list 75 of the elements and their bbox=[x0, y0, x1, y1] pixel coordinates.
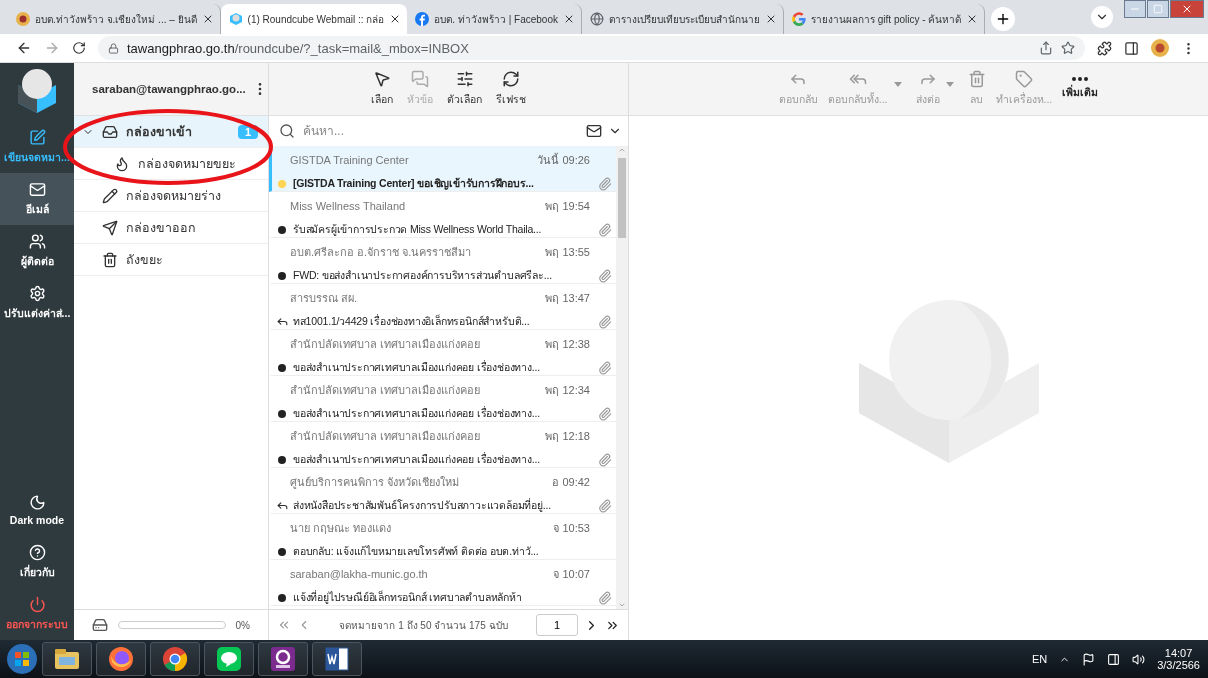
site-icon bbox=[590, 12, 604, 26]
tab-search-button[interactable] bbox=[1091, 6, 1113, 28]
close-icon bbox=[1181, 3, 1193, 15]
question-icon bbox=[28, 543, 46, 561]
close-icon[interactable] bbox=[563, 13, 575, 25]
back-icon[interactable] bbox=[16, 40, 32, 56]
flame-icon bbox=[114, 155, 130, 172]
toolbar-button[interactable]: เลือก bbox=[369, 70, 395, 108]
flag-icon[interactable] bbox=[1082, 652, 1096, 666]
scroll-thumb[interactable] bbox=[618, 158, 626, 238]
taskbar-app[interactable] bbox=[42, 642, 92, 676]
new-tab-button[interactable] bbox=[991, 7, 1016, 31]
envelope-icon bbox=[28, 180, 46, 198]
fox-globe-icon bbox=[108, 646, 134, 672]
taskbar-app[interactable] bbox=[204, 642, 254, 676]
star-icon[interactable] bbox=[1061, 41, 1075, 55]
chrome-icon bbox=[162, 646, 188, 672]
site-icon bbox=[792, 12, 806, 26]
nav-item[interactable]: Dark mode bbox=[0, 484, 74, 536]
quota-reading: 0% bbox=[235, 619, 250, 631]
taskbar-app[interactable] bbox=[258, 642, 308, 676]
settings-icon bbox=[28, 284, 46, 302]
account-name: saraban@tawangphrao.go... bbox=[92, 83, 246, 95]
people-icon bbox=[28, 232, 46, 250]
chat-bubble-icon bbox=[216, 646, 242, 672]
taskbar-app[interactable] bbox=[96, 642, 146, 676]
maximize-button[interactable] bbox=[1147, 0, 1169, 18]
folder-item[interactable]: กล่องขาเข้า 1 bbox=[74, 116, 268, 148]
puzzle-icon[interactable] bbox=[1097, 40, 1112, 56]
browser-tab[interactable]: (1) Roundcube Webmail :: กล่อ bbox=[220, 4, 408, 34]
compose-icon bbox=[28, 128, 46, 146]
sliders-icon bbox=[455, 70, 474, 88]
lock-icon bbox=[108, 42, 119, 54]
profile-avatar[interactable] bbox=[1151, 39, 1169, 57]
language-indicator[interactable]: EN bbox=[1031, 653, 1048, 665]
trash-icon bbox=[967, 70, 986, 88]
scrollbar[interactable] bbox=[616, 146, 628, 609]
refresh-icon bbox=[502, 70, 520, 88]
tag-icon bbox=[1014, 70, 1033, 88]
address-field[interactable]: tawangphrao.go.th/roundcube/?_task=mail&_mbox=INBOX bbox=[98, 36, 1085, 60]
message-count: จดหมายจาก 1 ถึง 50 จำนวน 175 ฉบับ bbox=[338, 618, 509, 633]
power-icon bbox=[28, 595, 46, 613]
search-field[interactable]: ค้นหา... bbox=[301, 123, 580, 139]
site-icon bbox=[415, 12, 430, 26]
moon-icon bbox=[28, 494, 46, 511]
toolbar-button[interactable]: รีเฟรช bbox=[494, 70, 528, 108]
taskbar-app[interactable] bbox=[150, 642, 200, 676]
reload-icon[interactable] bbox=[72, 41, 86, 55]
taskbar-app[interactable] bbox=[312, 642, 362, 676]
speaker-icon[interactable] bbox=[1132, 652, 1146, 666]
site-icon bbox=[228, 12, 243, 26]
clock[interactable]: 14:07 3/3/2566 bbox=[1157, 647, 1200, 671]
chat-bubbles-icon bbox=[411, 70, 429, 88]
toolbar-button[interactable]: ตัวเลือก bbox=[445, 70, 484, 108]
envelope-icon[interactable] bbox=[586, 123, 602, 139]
minimize-button[interactable] bbox=[1124, 0, 1146, 18]
maximize-icon bbox=[1153, 4, 1163, 14]
search-icon bbox=[279, 123, 295, 139]
side-panel-icon[interactable] bbox=[1124, 40, 1139, 56]
page-field[interactable]: 1 bbox=[536, 614, 578, 636]
message-item[interactable]: GISTDA Training Center วันนี้ 09:26 [GISTDA Training Center] ขอเชิญเข้ารับการฝึกอบร... bbox=[269, 146, 616, 192]
toolbar-button[interactable]: เพิ่มเติม bbox=[1060, 77, 1101, 101]
cursor-icon bbox=[373, 70, 391, 88]
nav-item[interactable]: เกี่ยวกับ bbox=[0, 536, 74, 588]
share-icon[interactable] bbox=[1039, 41, 1053, 55]
pdf-icon bbox=[270, 646, 296, 672]
close-icon[interactable] bbox=[765, 13, 777, 25]
start-button[interactable] bbox=[6, 643, 38, 675]
nav-item[interactable]: ปรับแต่งค่าส่... bbox=[0, 277, 74, 329]
site-icon bbox=[16, 12, 30, 26]
dots-icon bbox=[1072, 77, 1089, 81]
nav-item[interactable]: ออกจากระบบ bbox=[0, 588, 74, 640]
word-icon bbox=[324, 646, 350, 672]
nav-item[interactable]: อีเมล์ bbox=[0, 173, 74, 225]
nav-item[interactable]: ผู้ติดต่อ bbox=[0, 225, 74, 277]
